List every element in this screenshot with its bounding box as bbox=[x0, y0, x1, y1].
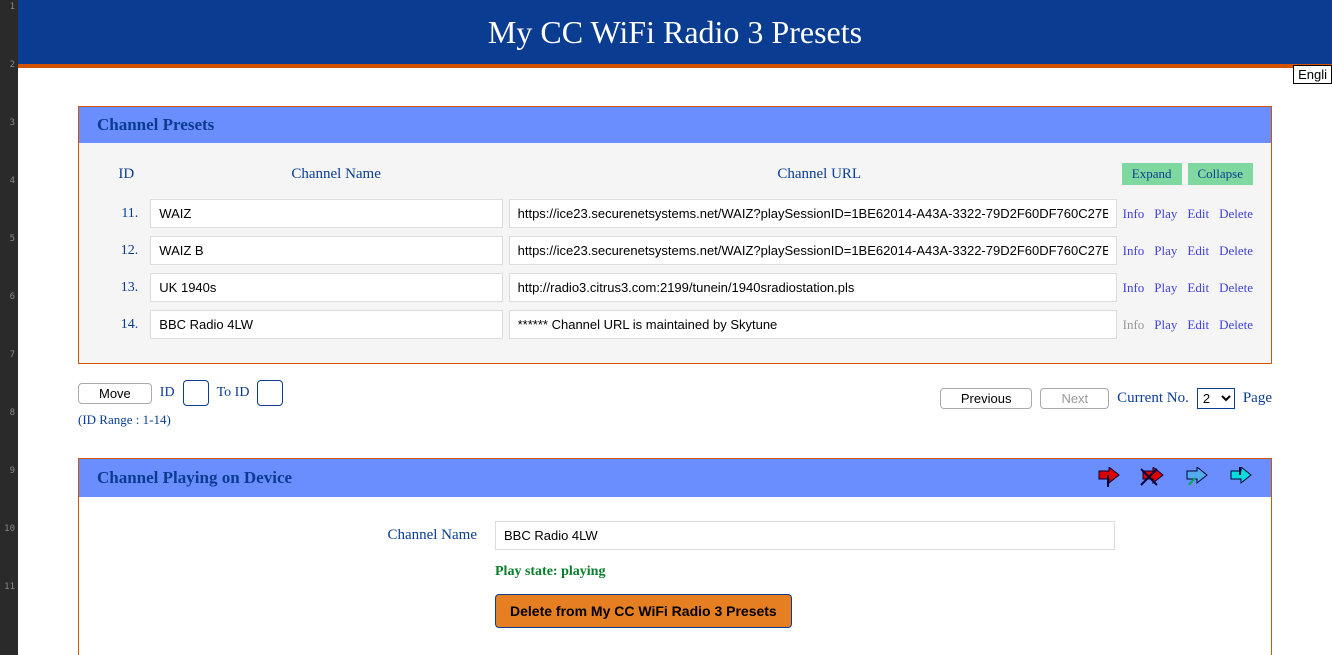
delete-link[interactable]: Delete bbox=[1219, 317, 1253, 333]
line-number: 3 bbox=[0, 118, 18, 176]
channel-name-input[interactable] bbox=[150, 273, 502, 302]
move-id-input[interactable] bbox=[183, 380, 209, 406]
presets-panel-title: Channel Presets bbox=[97, 115, 214, 135]
stop-icon[interactable] bbox=[1139, 467, 1165, 489]
table-row: 14. Info Play Edit Delete bbox=[97, 306, 1253, 343]
move-button[interactable]: Move bbox=[78, 383, 152, 404]
row-id: 11. bbox=[97, 206, 144, 222]
line-number: 2 bbox=[0, 60, 18, 118]
play-link[interactable]: Play bbox=[1154, 243, 1177, 259]
line-number: 8 bbox=[0, 408, 18, 466]
play-state: Play state: playing bbox=[495, 564, 1253, 580]
language-button[interactable]: Engli bbox=[1293, 65, 1332, 84]
page-label: Page bbox=[1243, 390, 1272, 407]
volume-up-icon[interactable] bbox=[1227, 467, 1253, 489]
expand-button[interactable]: Expand bbox=[1122, 163, 1182, 185]
channel-name-input[interactable] bbox=[150, 310, 502, 339]
channel-url-input[interactable] bbox=[509, 310, 1117, 339]
channel-url-input[interactable] bbox=[509, 236, 1117, 265]
app-header: My CC WiFi Radio 3 Presets Engli bbox=[18, 0, 1332, 68]
page-title: My CC WiFi Radio 3 Presets bbox=[488, 14, 862, 51]
presets-panel-header: Channel Presets bbox=[79, 107, 1271, 143]
line-number: 10 bbox=[0, 524, 18, 582]
edit-link[interactable]: Edit bbox=[1187, 280, 1209, 296]
play-link[interactable]: Play bbox=[1154, 317, 1177, 333]
line-number: 5 bbox=[0, 234, 18, 292]
move-to-id-input[interactable] bbox=[257, 380, 283, 406]
column-header-name: Channel Name bbox=[156, 166, 517, 183]
info-link: Info bbox=[1123, 317, 1145, 333]
play-link[interactable]: Play bbox=[1154, 280, 1177, 296]
delete-link[interactable]: Delete bbox=[1219, 280, 1253, 296]
delete-link[interactable]: Delete bbox=[1219, 243, 1253, 259]
column-header-url: Channel URL bbox=[517, 166, 1122, 183]
column-header-id: ID bbox=[97, 166, 156, 183]
row-id: 14. bbox=[97, 317, 144, 333]
collapse-button[interactable]: Collapse bbox=[1188, 163, 1254, 185]
line-number: 9 bbox=[0, 466, 18, 524]
move-to-id-label: To ID bbox=[217, 385, 250, 401]
page-select[interactable]: 2 bbox=[1197, 388, 1235, 409]
table-row: 13. Info Play Edit Delete bbox=[97, 269, 1253, 306]
playing-panel-title: Channel Playing on Device bbox=[97, 468, 292, 488]
edit-link[interactable]: Edit bbox=[1187, 243, 1209, 259]
row-id: 13. bbox=[97, 280, 144, 296]
channel-url-input[interactable] bbox=[509, 199, 1117, 228]
move-id-label: ID bbox=[160, 385, 175, 401]
previous-button[interactable]: Previous bbox=[940, 388, 1033, 409]
id-range-label: (ID Range : 1-14) bbox=[78, 412, 283, 428]
channel-name-input[interactable] bbox=[150, 236, 502, 265]
edit-link[interactable]: Edit bbox=[1187, 317, 1209, 333]
playing-name-input[interactable] bbox=[495, 521, 1115, 550]
playing-panel-header: Channel Playing on Device bbox=[79, 459, 1271, 497]
next-button[interactable]: Next bbox=[1040, 388, 1109, 409]
info-link[interactable]: Info bbox=[1123, 206, 1145, 222]
play-link[interactable]: Play bbox=[1154, 206, 1177, 222]
playing-name-label: Channel Name bbox=[97, 527, 477, 544]
current-no-label: Current No. bbox=[1117, 390, 1189, 407]
playing-panel: Channel Playing on Device Channel Name P… bbox=[78, 458, 1272, 655]
table-row: 11. Info Play Edit Delete bbox=[97, 195, 1253, 232]
presets-panel: Channel Presets ID Channel Name Channel … bbox=[78, 106, 1272, 364]
line-number: 6 bbox=[0, 292, 18, 350]
info-link[interactable]: Info bbox=[1123, 280, 1145, 296]
row-id: 12. bbox=[97, 243, 144, 259]
info-link[interactable]: Info bbox=[1123, 243, 1145, 259]
edit-link[interactable]: Edit bbox=[1187, 206, 1209, 222]
play-icon[interactable] bbox=[1183, 467, 1209, 489]
line-number: 11 bbox=[0, 582, 18, 640]
table-row: 12. Info Play Edit Delete bbox=[97, 232, 1253, 269]
channel-name-input[interactable] bbox=[150, 199, 502, 228]
delete-link[interactable]: Delete bbox=[1219, 206, 1253, 222]
line-number: 4 bbox=[0, 176, 18, 234]
line-number-gutter: 1234567891011 bbox=[0, 0, 18, 655]
line-number: 1 bbox=[0, 2, 18, 60]
channel-url-input[interactable] bbox=[509, 273, 1117, 302]
delete-from-presets-button[interactable]: Delete from My CC WiFi Radio 3 Presets bbox=[495, 594, 792, 628]
volume-down-icon[interactable] bbox=[1095, 467, 1121, 489]
line-number: 7 bbox=[0, 350, 18, 408]
